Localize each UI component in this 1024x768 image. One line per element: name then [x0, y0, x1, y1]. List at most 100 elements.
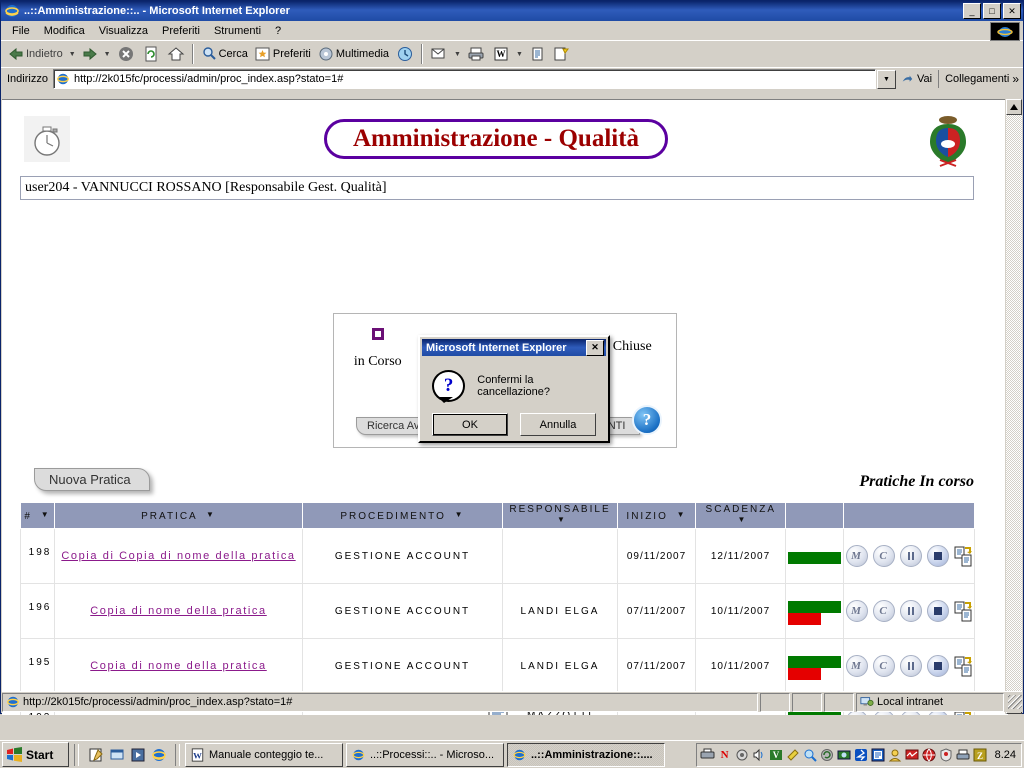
tray-antivirus-icon[interactable]: V	[768, 747, 784, 763]
action-modify-button[interactable]: M	[846, 545, 868, 567]
sort-caret-icon[interactable]: ▼	[677, 510, 687, 519]
action-modify-button[interactable]: M	[846, 655, 868, 677]
multimedia-button[interactable]: Multimedia	[315, 43, 392, 65]
menu-item-visualizza[interactable]: Visualizza	[92, 23, 155, 39]
taskbar-item-word[interactable]: W Manuale conteggio te...	[185, 742, 343, 767]
back-button[interactable]: Indietro	[5, 43, 66, 65]
sort-caret-icon[interactable]: ▼	[557, 515, 567, 524]
column-header-inizio[interactable]: INIZIO ▼	[617, 502, 696, 529]
go-button[interactable]: Vai	[896, 72, 938, 86]
action-copy-button[interactable]: C	[873, 545, 895, 567]
action-stop-button[interactable]	[927, 655, 949, 677]
minimize-button[interactable]: _	[963, 3, 981, 19]
menu-item-preferiti[interactable]: Preferiti	[155, 23, 207, 39]
stop-button[interactable]	[114, 43, 138, 65]
word-button[interactable]: W	[489, 43, 513, 65]
cancel-button[interactable]: Annulla	[520, 413, 596, 436]
action-copy-button[interactable]: C	[873, 655, 895, 677]
column-header-responsabile[interactable]: RESPONSABILE ▼	[502, 502, 618, 529]
show-desktop-icon[interactable]	[108, 746, 125, 763]
refresh-button[interactable]	[139, 43, 163, 65]
tray-globe-icon[interactable]	[921, 747, 937, 763]
pratica-link[interactable]: Copia di nome della pratica	[90, 605, 267, 617]
tray-volume-icon[interactable]	[751, 747, 767, 763]
action-pause-button[interactable]	[900, 600, 922, 622]
mail-button[interactable]	[427, 43, 451, 65]
maximize-button[interactable]: □	[983, 3, 1001, 19]
sort-caret-icon[interactable]: ▼	[455, 510, 465, 519]
nuova-pratica-button[interactable]: Nuova Pratica	[34, 468, 150, 491]
print-button[interactable]	[464, 43, 488, 65]
search-button[interactable]: Cerca	[198, 43, 251, 65]
tray-sync-icon[interactable]	[819, 747, 835, 763]
links-button[interactable]: Collegamenti »	[938, 70, 1021, 88]
forward-button[interactable]	[79, 43, 101, 65]
close-button[interactable]: ✕	[1003, 3, 1021, 19]
column-header-pratica[interactable]: PRATICA ▼	[54, 502, 303, 529]
edit-button[interactable]	[526, 43, 548, 65]
duplicate-document-icon	[954, 656, 972, 677]
legend-item-in-corso[interactable]: in Corso	[346, 328, 410, 370]
sort-caret-icon[interactable]: ▼	[738, 515, 748, 524]
action-stop-button[interactable]	[927, 600, 949, 622]
ie-icon[interactable]	[150, 746, 167, 763]
tray-notes-icon[interactable]	[785, 747, 801, 763]
column-header-procedimento[interactable]: PROCEDIMENTO ▼	[302, 502, 503, 529]
messenger-button[interactable]	[549, 43, 573, 65]
action-copy-button[interactable]: C	[873, 600, 895, 622]
tray-outlook-icon[interactable]	[870, 747, 886, 763]
tray-scanner-icon[interactable]	[955, 747, 971, 763]
legend-item-chiuse[interactable]: Chiuse	[601, 328, 665, 370]
menu-item-file[interactable]: File	[5, 23, 37, 39]
scroll-up-button[interactable]	[1006, 99, 1022, 115]
action-pause-button[interactable]	[900, 545, 922, 567]
column-header-scadenza[interactable]: SCADENZA ▼	[695, 502, 786, 529]
action-modify-button[interactable]: M	[846, 600, 868, 622]
action-duplicate-button[interactable]	[954, 546, 972, 567]
ie-logo-badge	[990, 22, 1020, 41]
ok-button[interactable]: OK	[432, 413, 508, 436]
vertical-scrollbar[interactable]	[1005, 99, 1022, 714]
address-dropdown-button[interactable]: ▼	[877, 69, 897, 89]
favorites-button[interactable]: Preferiti	[252, 43, 314, 65]
pratica-link[interactable]: Copia di nome della pratica	[90, 660, 267, 672]
tray-monitor-icon[interactable]	[904, 747, 920, 763]
action-duplicate-button[interactable]	[954, 656, 972, 677]
menu-item-help[interactable]: ?	[268, 23, 288, 39]
tray-messenger-icon[interactable]	[887, 747, 903, 763]
tray-bluetooth-icon[interactable]	[853, 747, 869, 763]
menu-item-strumenti[interactable]: Strumenti	[207, 23, 268, 39]
home-button[interactable]	[164, 43, 188, 65]
start-button[interactable]: Start	[2, 742, 69, 767]
action-pause-button[interactable]	[900, 655, 922, 677]
tray-shield-icon[interactable]	[938, 747, 954, 763]
pratica-link[interactable]: Copia di Copia di nome della pratica	[61, 550, 295, 562]
tray-settings-icon[interactable]	[734, 747, 750, 763]
tray-search-icon[interactable]	[802, 747, 818, 763]
action-duplicate-button[interactable]	[954, 601, 972, 622]
back-dropdown-icon[interactable]: ▼	[69, 51, 76, 58]
notepad-icon[interactable]	[87, 746, 104, 763]
taskbar-clock[interactable]: 8.24	[995, 749, 1016, 761]
action-stop-button[interactable]	[927, 545, 949, 567]
column-header-id[interactable]: # ▼	[20, 502, 55, 529]
sort-caret-icon[interactable]: ▼	[206, 510, 216, 519]
dialog-close-button[interactable]: ✕	[586, 339, 604, 356]
history-button[interactable]	[393, 43, 417, 65]
tray-zip-icon[interactable]: Z	[972, 747, 988, 763]
address-input[interactable]: http://2k015fc/processi/admin/proc_index…	[52, 69, 877, 89]
taskbar-item-amministrazione[interactable]: ..::Amministrazione::....	[507, 742, 665, 767]
resize-grip[interactable]	[1008, 695, 1022, 709]
media-player-icon[interactable]	[129, 746, 146, 763]
word-dropdown-icon[interactable]: ▼	[516, 51, 523, 58]
tray-printer-icon[interactable]	[700, 747, 716, 763]
menu-item-modifica[interactable]: Modifica	[37, 23, 92, 39]
progress-bar-green	[788, 655, 841, 668]
sort-caret-icon[interactable]: ▼	[41, 510, 51, 519]
taskbar-item-processi[interactable]: ..::Processi::.. - Microso...	[346, 742, 504, 767]
tray-norton-icon[interactable]: N	[717, 747, 733, 763]
tray-network-icon[interactable]	[836, 747, 852, 763]
help-icon[interactable]: ?	[632, 405, 662, 435]
mail-dropdown-icon[interactable]: ▼	[454, 51, 461, 58]
forward-dropdown-icon[interactable]: ▼	[104, 51, 111, 58]
